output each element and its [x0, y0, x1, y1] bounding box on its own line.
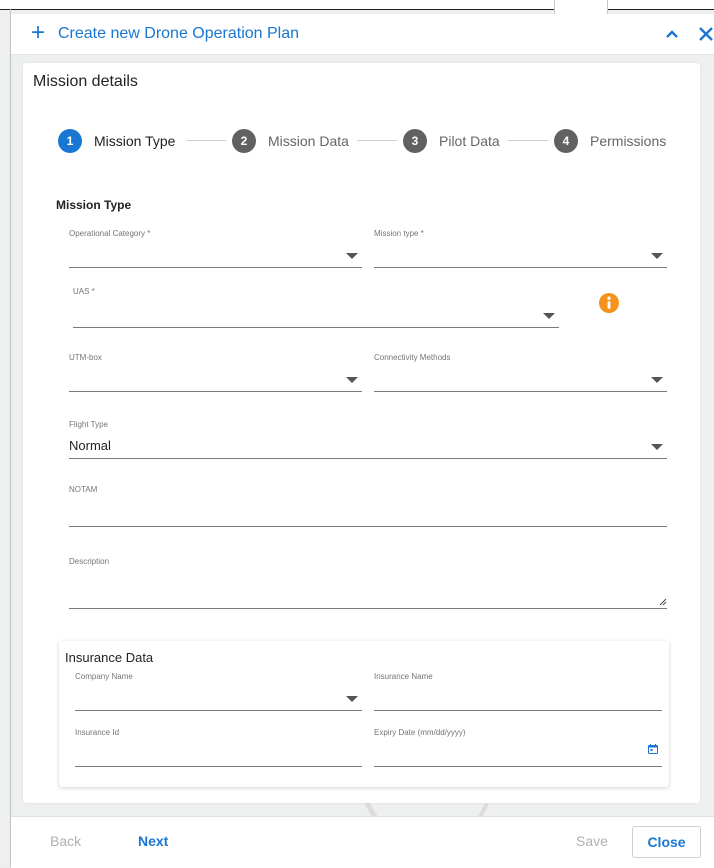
calendar-icon[interactable] [648, 744, 658, 754]
close-icon[interactable] [694, 22, 714, 46]
insurance-id-input[interactable]: Insurance Id [75, 728, 362, 767]
field-label: Insurance Name [374, 672, 433, 681]
field-label: UAS * [73, 287, 95, 296]
dropdown-arrow-icon [651, 377, 663, 383]
notam-input[interactable]: NOTAM [69, 485, 667, 527]
dialog-header: + Create new Drone Operation Plan [11, 14, 714, 55]
mission-details-panel: Mission details 1 Mission Type 2 Mission… [23, 63, 700, 803]
uas-select[interactable]: UAS * [73, 287, 559, 328]
step-label: Mission Data [268, 133, 349, 149]
info-icon[interactable] [599, 293, 619, 313]
field-value: Normal [69, 438, 111, 453]
field-label: Insurance Id [75, 728, 120, 737]
flight-type-select[interactable]: Flight Type Normal [69, 420, 667, 459]
field-label: Mission type * [374, 229, 424, 238]
next-button[interactable]: Next [138, 833, 168, 849]
step-number: 4 [554, 129, 578, 153]
operational-category-select[interactable]: Operational Category * [69, 229, 362, 268]
step-permissions[interactable]: 4 Permissions [554, 127, 666, 155]
stepper: 1 Mission Type 2 Mission Data 3 Pilot Da… [23, 127, 700, 155]
expiry-date-input[interactable]: Expiry Date (mm/dd/yyyy) [374, 728, 662, 767]
step-connector [186, 140, 226, 141]
step-label: Mission Type [94, 133, 176, 149]
field-label: NOTAM [69, 485, 98, 494]
section-title: Mission Type [56, 198, 132, 212]
step-label: Pilot Data [439, 133, 500, 149]
dropdown-arrow-icon [651, 444, 663, 450]
step-mission-data[interactable]: 2 Mission Data [232, 127, 349, 155]
save-button[interactable]: Save [576, 833, 608, 849]
dropdown-arrow-icon [346, 377, 358, 383]
step-mission-type[interactable]: 1 Mission Type [58, 127, 175, 155]
dropdown-arrow-icon [543, 313, 555, 319]
mission-type-select[interactable]: Mission type * [374, 229, 667, 268]
utm-box-select[interactable]: UTM-box [69, 353, 362, 392]
dialog-footer: Back Next Save Close [11, 816, 714, 868]
insurance-title: Insurance Data [65, 650, 154, 665]
dialog-title: Create new Drone Operation Plan [58, 25, 300, 42]
field-label: Expiry Date (mm/dd/yyyy) [374, 728, 466, 737]
chevron-up-icon[interactable] [663, 25, 681, 43]
insurance-name-input[interactable]: Insurance Name [374, 672, 662, 711]
step-number: 1 [58, 129, 82, 153]
dropdown-arrow-icon [346, 253, 358, 259]
back-button[interactable]: Back [50, 833, 81, 849]
resize-handle-icon[interactable] [659, 598, 667, 606]
step-number: 3 [403, 129, 427, 153]
close-button[interactable]: Close [632, 826, 701, 858]
step-pilot-data[interactable]: 3 Pilot Data [403, 127, 500, 155]
field-label: Company Name [75, 672, 133, 681]
field-label: Description [69, 557, 110, 566]
window-top-edge [0, 0, 714, 19]
window-border [10, 9, 11, 867]
dropdown-arrow-icon [651, 253, 663, 259]
step-connector [508, 140, 548, 141]
company-name-select[interactable]: Company Name [75, 672, 362, 711]
dropdown-arrow-icon [346, 696, 358, 702]
plus-icon: + [31, 19, 46, 46]
field-label: UTM-box [69, 353, 102, 362]
step-label: Permissions [590, 133, 667, 149]
step-connector [357, 140, 397, 141]
description-textarea[interactable]: Description [69, 557, 667, 609]
field-label: Operational Category * [69, 229, 151, 238]
field-label: Flight Type [69, 420, 108, 429]
connectivity-methods-select[interactable]: Connectivity Methods [374, 353, 667, 392]
field-label: Connectivity Methods [374, 353, 451, 362]
panel-title: Mission details [33, 73, 138, 90]
insurance-card: Insurance Data Company Name Insurance Na… [59, 641, 669, 787]
step-number: 2 [232, 129, 256, 153]
